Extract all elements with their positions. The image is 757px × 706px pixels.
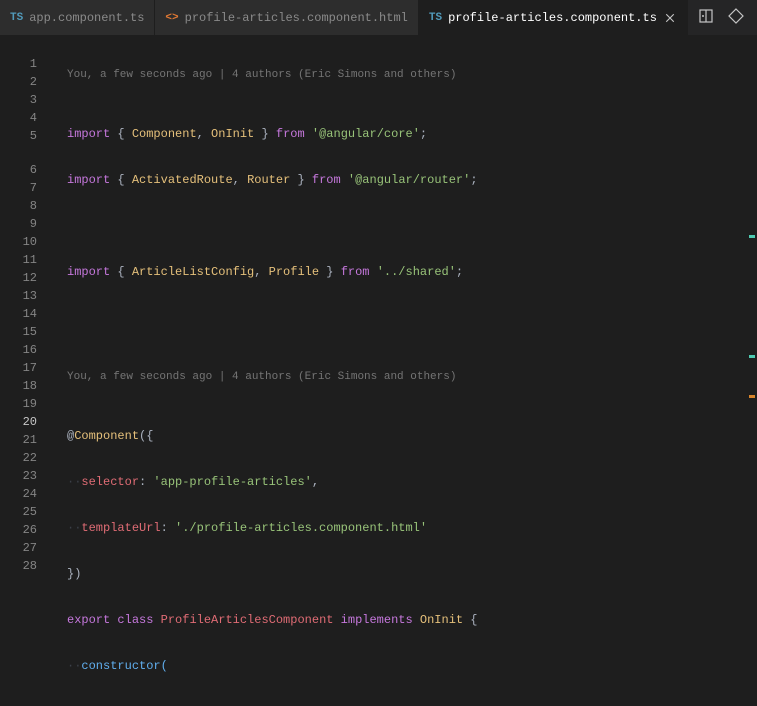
- code-line: import { ArticleListConfig, Profile } fr…: [55, 263, 747, 281]
- close-icon[interactable]: [663, 11, 677, 25]
- codelens-authors[interactable]: You, a few seconds ago | 4 authors (Eric…: [55, 67, 747, 83]
- tab-label: profile-articles.component.ts: [448, 11, 657, 25]
- line-number-gutter: 1 2 3 4 5 6 7 8 9 10 11 12 13 14 15 16 1…: [0, 35, 55, 706]
- diff-icon[interactable]: [728, 8, 744, 28]
- typescript-icon: TS: [429, 12, 442, 24]
- code-area[interactable]: You, a few seconds ago | 4 authors (Eric…: [55, 35, 747, 706]
- typescript-icon: TS: [10, 12, 23, 24]
- code-line: [55, 217, 747, 235]
- tab-profile-articles-html[interactable]: <> profile-articles.component.html: [155, 0, 418, 35]
- tab-profile-articles-ts[interactable]: TS profile-articles.component.ts: [419, 0, 688, 35]
- tab-label: profile-articles.component.html: [185, 11, 408, 25]
- editor-actions: [688, 0, 757, 35]
- code-line: export class ProfileArticlesComponent im…: [55, 611, 747, 629]
- code-line: [55, 309, 747, 327]
- toggle-preview-icon[interactable]: [698, 8, 714, 28]
- tab-label: app.component.ts: [29, 11, 144, 25]
- codelens-authors[interactable]: You, a few seconds ago | 4 authors (Eric…: [55, 369, 747, 385]
- code-line: ··selector: 'app-profile-articles',: [55, 473, 747, 491]
- tab-app-component[interactable]: TS app.component.ts: [0, 0, 155, 35]
- html-icon: <>: [165, 12, 178, 24]
- code-line: @Component({: [55, 427, 747, 445]
- code-line: import { ActivatedRoute, Router } from '…: [55, 171, 747, 189]
- minimap[interactable]: [747, 35, 757, 706]
- tab-bar: TS app.component.ts <> profile-articles.…: [0, 0, 757, 35]
- code-line: ··templateUrl: './profile-articles.compo…: [55, 519, 747, 537]
- code-line: }): [55, 565, 747, 583]
- code-line: ··constructor(: [55, 657, 747, 675]
- code-line: import { Component, OnInit } from '@angu…: [55, 125, 747, 143]
- editor[interactable]: 1 2 3 4 5 6 7 8 9 10 11 12 13 14 15 16 1…: [0, 35, 757, 706]
